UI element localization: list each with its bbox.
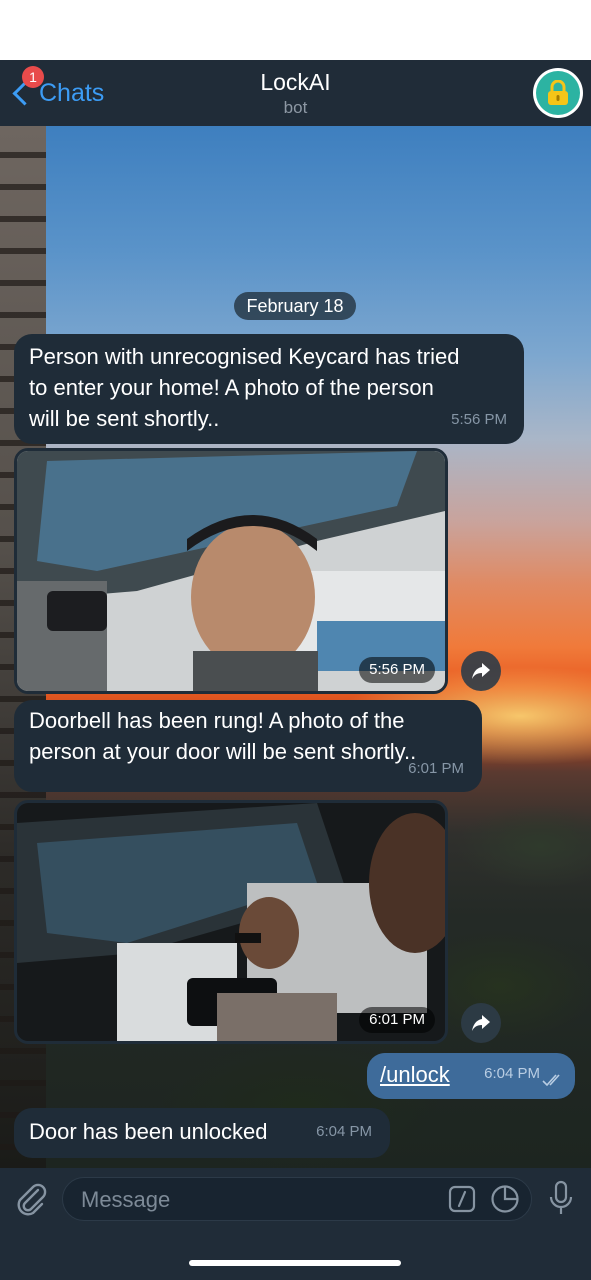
chat-history[interactable]: February 18 Person with unrecognised Key… — [0, 126, 591, 1168]
home-indicator — [189, 1260, 401, 1266]
message-time: 5:56 PM — [451, 411, 507, 428]
message-text: Doorbell has been rung! A photo of the p… — [29, 705, 416, 767]
message-bubble-outgoing[interactable]: /unlock 6:04 PM — [367, 1053, 575, 1099]
sticker-icon[interactable] — [490, 1184, 520, 1214]
message-text: Door has been unlocked — [29, 1119, 268, 1144]
share-icon — [472, 1015, 490, 1031]
message-bubble-incoming[interactable]: Door has been unlocked 6:04 PM — [14, 1108, 390, 1158]
date-separator: February 18 — [234, 292, 356, 320]
avatar[interactable] — [533, 68, 583, 118]
share-button[interactable] — [461, 1003, 501, 1043]
message-field — [62, 1177, 532, 1222]
message-text: Person with unrecognised Keycard has tri… — [29, 341, 459, 434]
photo-message[interactable]: 6:01 PM — [14, 800, 448, 1044]
message-line: person at your door will be sent shortly… — [29, 739, 417, 764]
message-line: Person with unrecognised Keycard has tri… — [29, 344, 460, 369]
message-line: will be sent shortly.. — [29, 406, 220, 431]
message-line: to enter your home! A photo of the perso… — [29, 375, 434, 400]
photo-image — [17, 451, 445, 691]
message-input[interactable] — [79, 1178, 443, 1222]
lock-icon — [548, 80, 568, 105]
photo-message[interactable]: 5:56 PM — [14, 448, 448, 694]
message-time: 6:04 PM — [316, 1123, 372, 1140]
photo-image — [17, 803, 445, 1041]
message-time: 6:04 PM — [484, 1065, 540, 1082]
microphone-icon[interactable] — [548, 1180, 574, 1218]
share-icon — [472, 663, 490, 679]
double-check-icon — [542, 1074, 560, 1086]
message-time: 6:01 PM — [408, 760, 464, 777]
slash-command-icon[interactable] — [448, 1185, 476, 1213]
message-composer — [0, 1168, 591, 1280]
message-bubble-incoming[interactable]: Person with unrecognised Keycard has tri… — [14, 334, 524, 444]
paperclip-icon[interactable] — [14, 1180, 48, 1216]
chat-subtitle: bot — [283, 98, 308, 117]
command-link[interactable]: /unlock — [380, 1059, 450, 1090]
share-button[interactable] — [461, 651, 501, 691]
photo-time: 6:01 PM — [359, 1007, 435, 1033]
message-bubble-incoming[interactable]: Doorbell has been rung! A photo of the p… — [14, 700, 482, 792]
status-bar — [0, 0, 591, 60]
chat-header: Chats 1 LockAI bot — [0, 60, 591, 126]
chat-title[interactable]: LockAI — [0, 69, 591, 96]
message-line: Doorbell has been rung! A photo of the — [29, 708, 405, 733]
photo-time: 5:56 PM — [359, 657, 435, 683]
